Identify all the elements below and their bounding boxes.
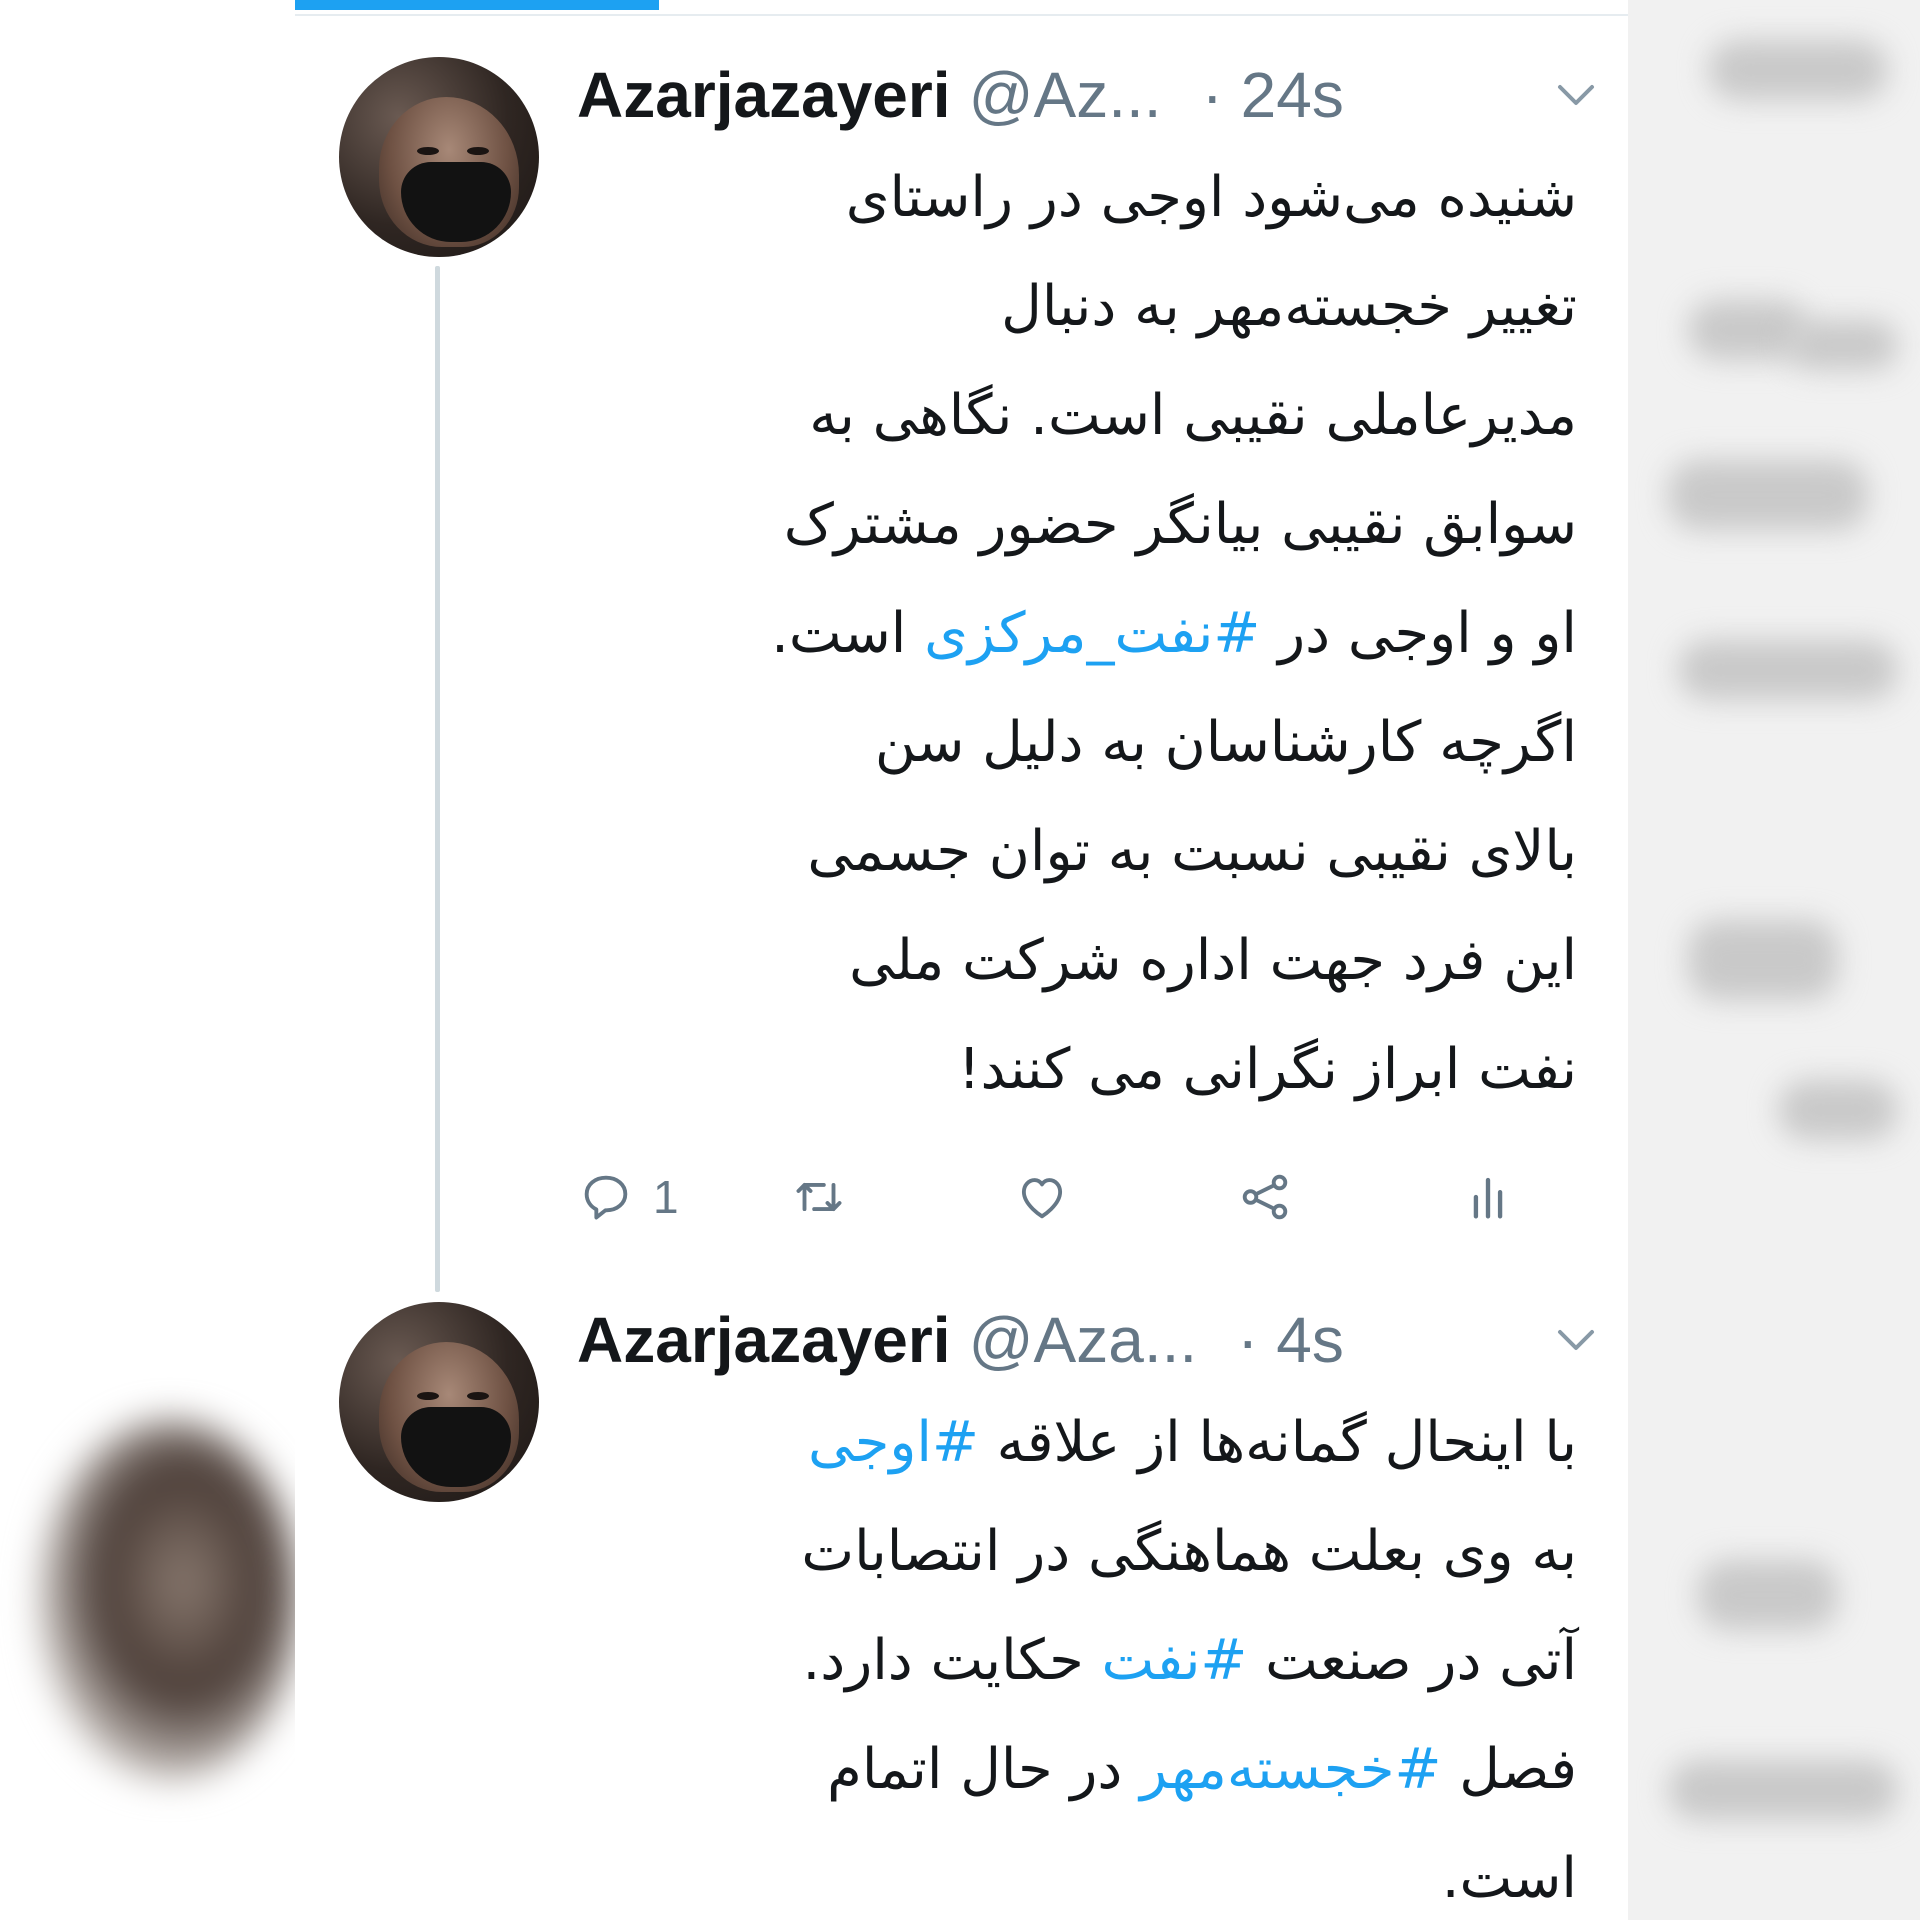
tweet-line-text: فصل bbox=[1441, 1737, 1577, 1802]
tweet-line: اگرچه کارشناسان به دلیل سن bbox=[874, 710, 1577, 775]
tweet-timestamp[interactable]: · 4s bbox=[1237, 1303, 1344, 1377]
tweet-line-text: در حال اتمام bbox=[827, 1737, 1141, 1802]
tweet-line: سوابق نقیبی بیانگر حضور مشترک bbox=[783, 492, 1577, 557]
hashtag-link[interactable]: #اوجی bbox=[808, 1410, 979, 1475]
avatar-eye bbox=[467, 147, 489, 155]
tweet-line-text: آتی در صنعت bbox=[1247, 1628, 1577, 1693]
reply-count: 1 bbox=[653, 1171, 679, 1223]
hashtag-link[interactable]: #خجسته‌مهر bbox=[1140, 1737, 1441, 1802]
tweet-header: Azarjazayeri @Az... · 24s bbox=[577, 55, 1577, 135]
tweet-line-text: او و اوجی در bbox=[1260, 601, 1577, 666]
tweet[interactable]: Azarjazayeri @Az... · 24s شنیده می‌شود ا… bbox=[295, 55, 1628, 1285]
tweet-line: بالای نقیبی نسبت به توان جسمی bbox=[807, 819, 1577, 884]
share-icon bbox=[1242, 1174, 1288, 1220]
blurred-backdrop-right bbox=[1628, 0, 1920, 1920]
tweet-text: شنیده می‌شود اوجی در راستای تغییر خجسته‌… bbox=[577, 143, 1577, 1124]
display-name[interactable]: Azarjazayeri bbox=[577, 58, 951, 132]
tweet-line: با اینحال گمانه‌ها از علاقه #اوجی bbox=[577, 1388, 1577, 1497]
tweet-line: شنیده می‌شود اوجی در راستای bbox=[845, 165, 1577, 230]
tweet-line: تغییر خجسته‌مهر به دنبال bbox=[1001, 274, 1577, 339]
tweet-line: او و اوجی در #نفت_مرکزی است. bbox=[577, 579, 1577, 688]
avatar[interactable] bbox=[339, 1302, 539, 1502]
tweet-line: این فرد جهت اداره شرکت ملی bbox=[849, 928, 1577, 993]
like-button[interactable] bbox=[1013, 1157, 1071, 1237]
hashtag-link[interactable]: #نفت_مرکزی bbox=[924, 601, 1260, 666]
tweet-timestamp[interactable]: · 24s bbox=[1202, 58, 1344, 132]
tweet[interactable]: Azarjazayeri @Aza... · 4s با اینحال گمان… bbox=[295, 1300, 1628, 1920]
like-icon bbox=[1021, 1178, 1063, 1219]
avatar[interactable] bbox=[339, 57, 539, 257]
analytics-button[interactable] bbox=[1459, 1157, 1517, 1237]
chevron-down-icon[interactable] bbox=[1554, 1322, 1598, 1358]
chevron-down-icon[interactable] bbox=[1554, 77, 1598, 113]
retweet-button[interactable] bbox=[790, 1157, 848, 1237]
blurred-backdrop-left bbox=[0, 0, 300, 1920]
hashtag-link[interactable]: #نفت bbox=[1102, 1628, 1248, 1693]
timeline-panel: Azarjazayeri @Az... · 24s شنیده می‌شود ا… bbox=[295, 0, 1628, 1920]
avatar-eye bbox=[417, 1392, 439, 1400]
retweet-icon bbox=[796, 1182, 842, 1212]
tweet-line: نفت ابراز نگرانی می کنند! bbox=[958, 1037, 1577, 1102]
stats-icon bbox=[1473, 1177, 1503, 1219]
tweet-line: مدیرعاملی نقیبی است. نگاهی به bbox=[809, 383, 1577, 448]
tweet-header: Azarjazayeri @Aza... · 4s bbox=[577, 1300, 1577, 1380]
share-button[interactable] bbox=[1236, 1157, 1294, 1237]
reply-icon bbox=[584, 1175, 628, 1220]
tweet-actions: 1 bbox=[577, 1157, 1577, 1237]
avatar-eye bbox=[467, 1392, 489, 1400]
tab-bar bbox=[295, 0, 1628, 16]
display-name[interactable]: Azarjazayeri bbox=[577, 1303, 951, 1377]
active-tab-indicator bbox=[295, 0, 659, 10]
reply-button[interactable]: 1 bbox=[577, 1157, 679, 1237]
tweet-line-text: با اینحال گمانه‌ها از علاقه bbox=[978, 1410, 1577, 1475]
user-handle[interactable]: @Az... bbox=[969, 58, 1162, 132]
tweet-line-text: حکایت دارد. bbox=[802, 1628, 1102, 1693]
tweet-line-text: است. bbox=[771, 601, 925, 666]
tweet-line: به وی بعلت هماهنگی در انتصابات bbox=[801, 1519, 1577, 1584]
tweet-text: با اینحال گمانه‌ها از علاقه #اوجی به وی … bbox=[577, 1388, 1577, 1920]
tweet-line: است. bbox=[1441, 1846, 1577, 1911]
tweet-line: فصل #خجسته‌مهر در حال اتمام bbox=[577, 1715, 1577, 1824]
user-handle[interactable]: @Aza... bbox=[969, 1303, 1198, 1377]
avatar-eye bbox=[417, 147, 439, 155]
tweet-line: آتی در صنعت #نفت حکایت دارد. bbox=[577, 1606, 1577, 1715]
blurred-avatar bbox=[40, 1420, 300, 1780]
